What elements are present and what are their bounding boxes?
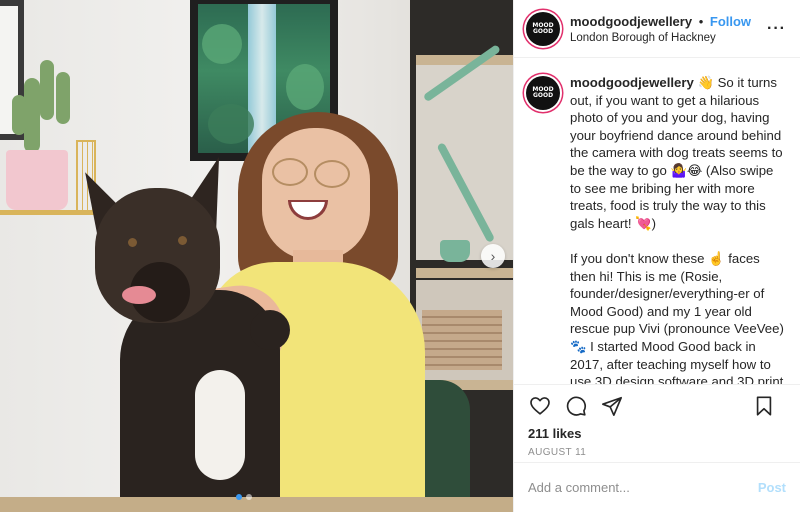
username-link[interactable]: moodgoodjewellery [570, 14, 692, 29]
share-button[interactable] [600, 394, 624, 418]
caption-paragraph: If you don't know these ☝️ faces then hi… [570, 250, 784, 384]
cactus-plant [24, 78, 40, 153]
glasses [272, 158, 308, 186]
dog-paw [250, 310, 290, 350]
post-caption: moodgoodjewellery 👋 So it turns out, if … [570, 74, 788, 384]
heart-icon [530, 397, 550, 415]
comment-bubble-icon [566, 396, 587, 416]
bookmark-icon [756, 396, 772, 416]
book-stack [422, 310, 502, 370]
paper-plane-icon [602, 396, 622, 416]
dog-eye [128, 238, 137, 247]
save-button[interactable] [752, 394, 776, 418]
carousel-dot [236, 494, 242, 500]
post-actions: 211 likes AUGUST 11 [514, 384, 800, 462]
caption-avatar[interactable]: MOOD GOOD [526, 76, 560, 110]
carousel-next-button[interactable]: › [481, 244, 505, 268]
caption-paragraph: 👋 So it turns out, if you want to get a … [570, 75, 783, 231]
brand-logo-text: MOOD GOOD [532, 21, 554, 35]
like-button[interactable] [528, 394, 552, 418]
comment-input[interactable] [528, 480, 758, 495]
more-options-icon[interactable]: ··· [767, 20, 786, 38]
like-count[interactable]: 211 likes [528, 426, 786, 441]
caption-scroll-area[interactable]: MOOD GOOD moodgoodjewellery 👋 So it turn… [514, 58, 800, 384]
post-side-panel: MOOD GOOD moodgoodjewellery • Follow Lon… [513, 0, 800, 512]
post-date[interactable]: AUGUST 11 [528, 447, 786, 458]
caption-username-link[interactable]: moodgoodjewellery [570, 75, 694, 90]
post-comment-button[interactable]: Post [758, 480, 786, 495]
chevron-right-icon: › [490, 248, 496, 264]
brand-logo-text: MOOD GOOD [532, 86, 554, 99]
comment-bar: Post [514, 462, 800, 512]
follow-button[interactable]: Follow [710, 14, 751, 29]
carousel-dot [246, 494, 252, 500]
post-header: MOOD GOOD moodgoodjewellery • Follow Lon… [514, 0, 800, 58]
desk [0, 497, 513, 512]
separator-dot: • [698, 13, 704, 29]
person-face [262, 128, 370, 260]
comment-button[interactable] [564, 394, 588, 418]
pink-plant-pot [6, 150, 68, 210]
location-link[interactable]: London Borough of Hackney [570, 32, 751, 44]
post-photo[interactable]: › [0, 0, 513, 512]
dog-tongue [122, 286, 156, 304]
avatar[interactable]: MOOD GOOD [526, 11, 560, 46]
carousel-indicators [236, 494, 252, 500]
